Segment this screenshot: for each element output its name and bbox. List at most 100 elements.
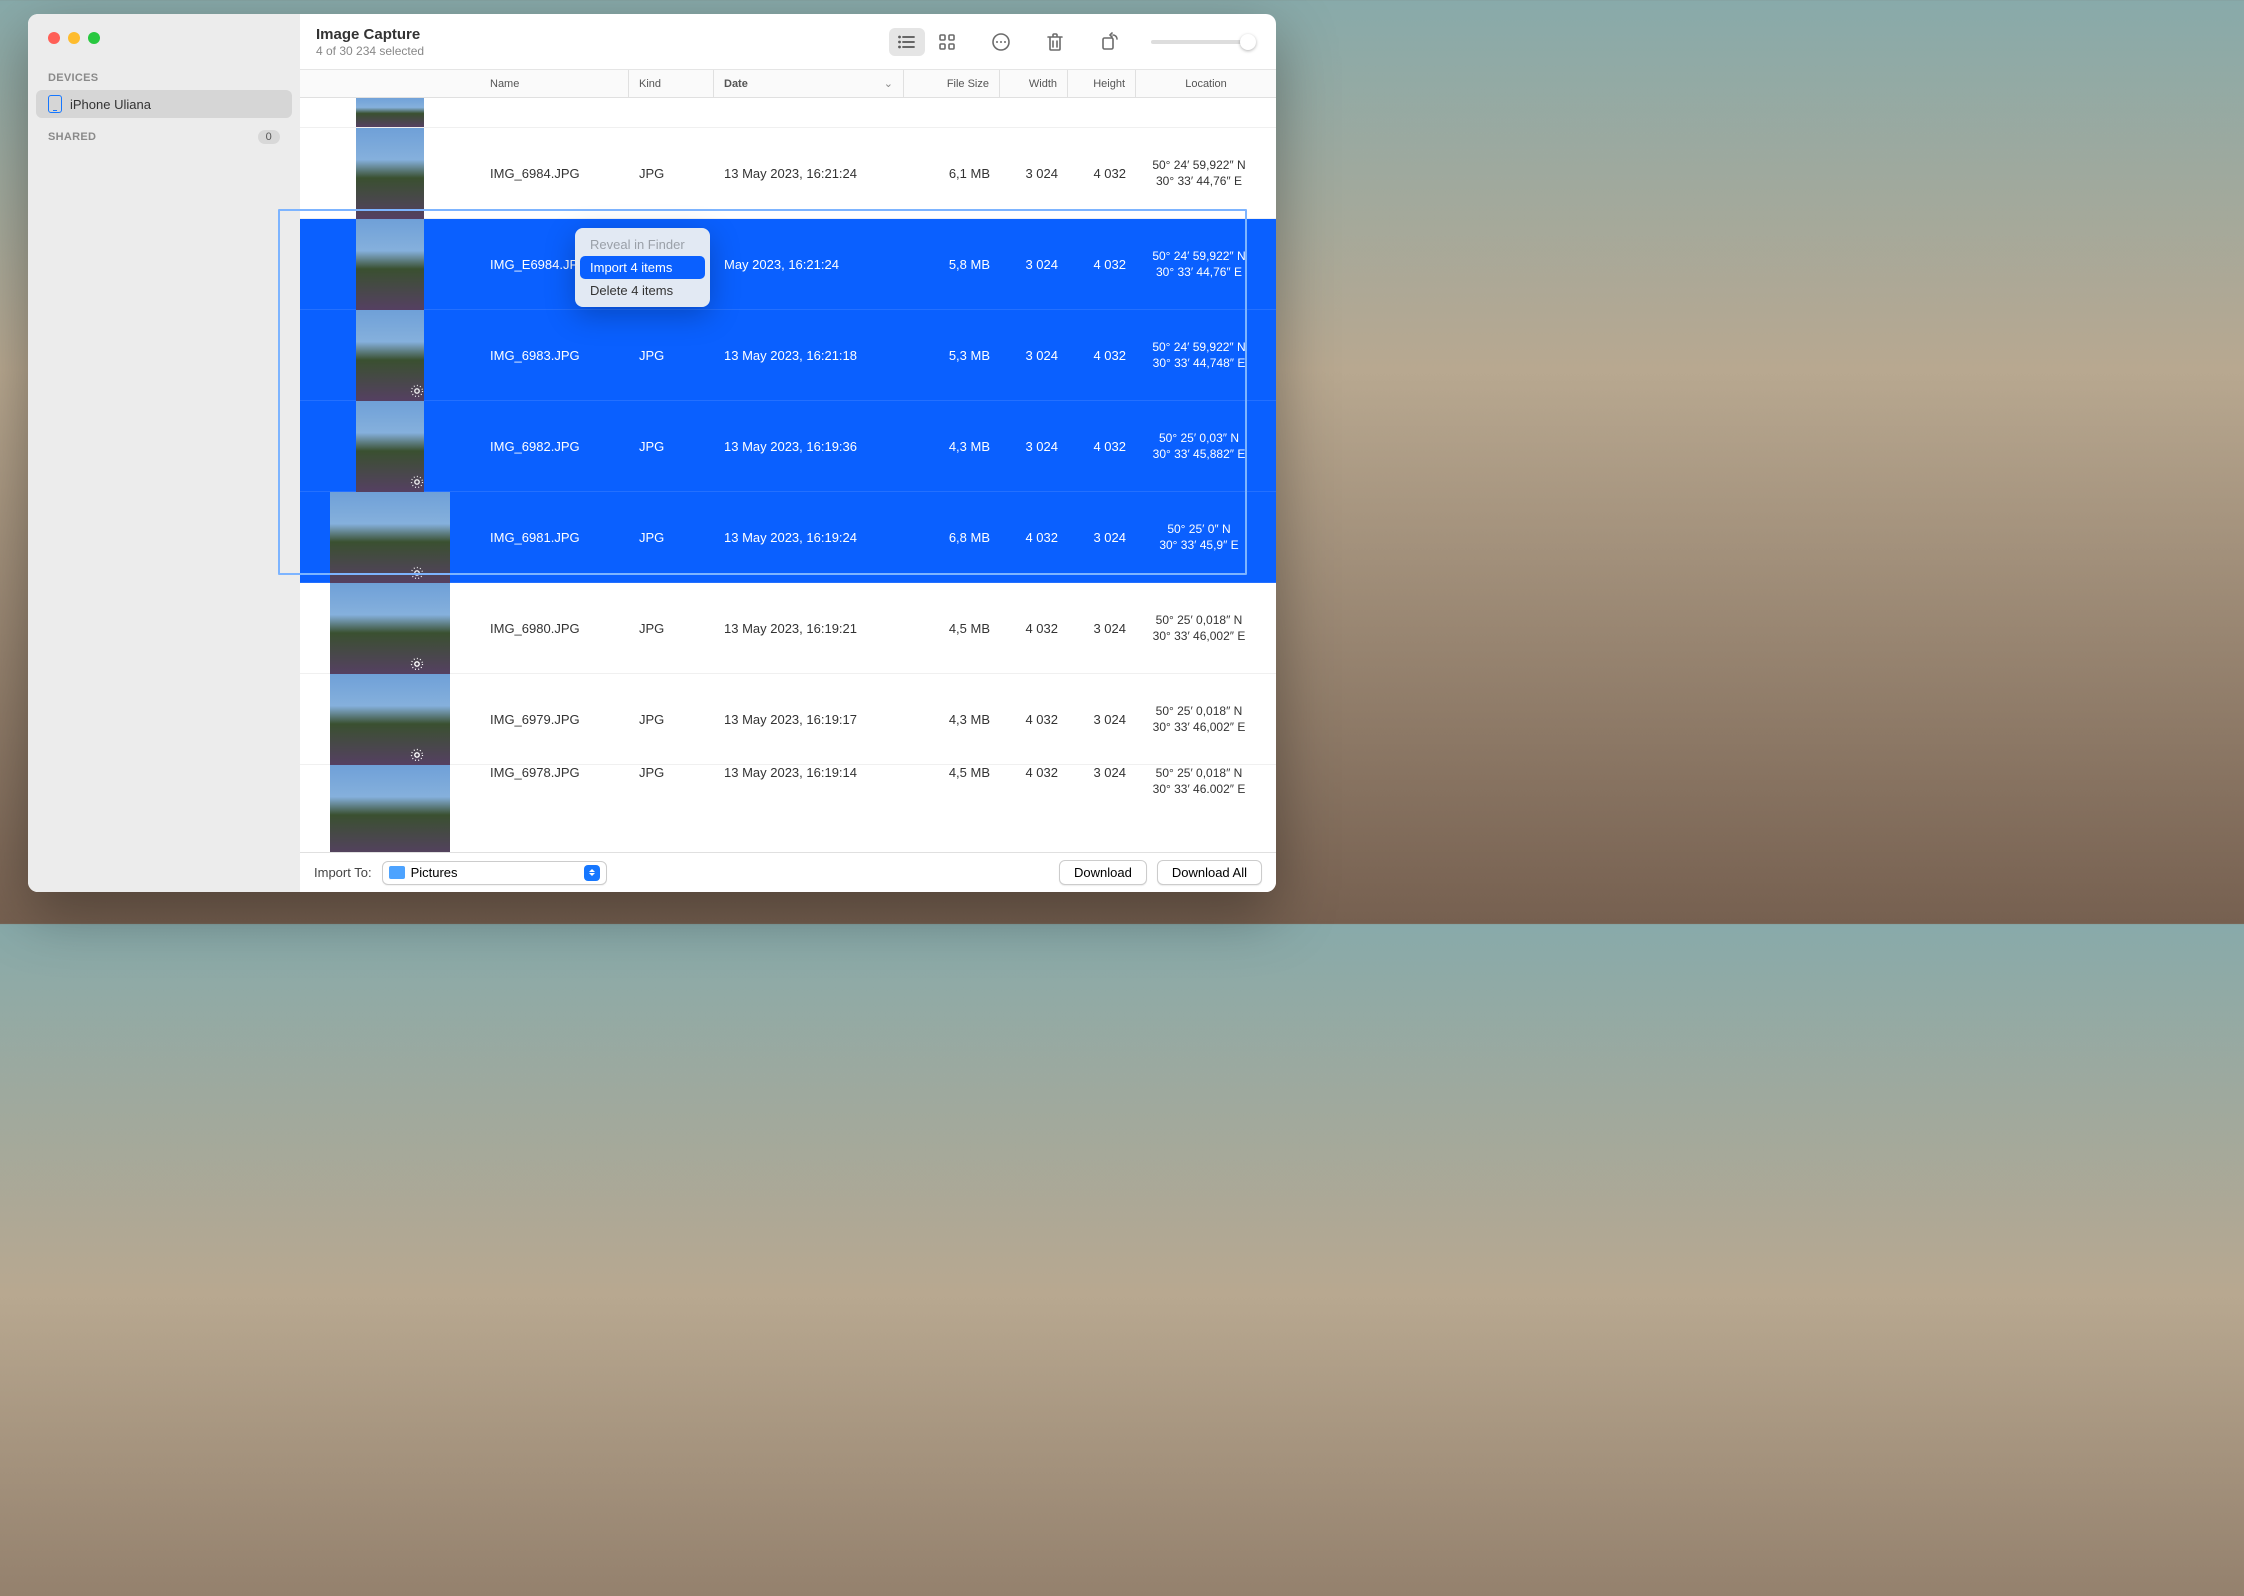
cell-height: 4 032 [1068,257,1136,272]
thumbnail [300,583,480,674]
cell-name: IMG_6982.JPG [480,439,629,454]
selection-status: 4 of 30 234 selected [316,44,424,58]
cell-size: 4,5 MB [904,621,1000,636]
minimize-window-button[interactable] [68,32,80,44]
column-height[interactable]: Height [1068,70,1136,97]
cell-width: 3 024 [1000,348,1068,363]
table-row[interactable]: IMG_6982.JPGJPG13 May 2023, 16:19:364,3 … [300,401,1276,492]
cell-width: 3 024 [1000,166,1068,181]
thumbnail [300,401,480,492]
cell-location: 50° 25′ 0,018″ N30° 33′ 46,002″ E [1136,703,1276,735]
rotate-button[interactable] [1091,28,1127,56]
grid-view-button[interactable] [929,28,965,56]
table-row[interactable]: IMG_6981.JPGJPG13 May 2023, 16:19:246,8 … [300,492,1276,583]
trash-icon [1046,32,1064,52]
cell-height: 3 024 [1068,621,1136,636]
shared-count-badge: 0 [258,130,280,144]
cell-height: 4 032 [1068,348,1136,363]
cell-name: IMG_6981.JPG [480,530,629,545]
thumbnail [300,492,480,583]
cell-name: IMG_6984.JPG [480,166,629,181]
window-controls [28,14,300,62]
column-width[interactable]: Width [1000,70,1068,97]
menu-import-items[interactable]: Import 4 items [580,256,705,279]
cell-width: 4 032 [1000,712,1068,727]
cell-kind: JPG [629,439,714,454]
table-row[interactable]: IMG_6980.JPGJPG13 May 2023, 16:19:214,5 … [300,583,1276,674]
thumbnail [300,98,480,127]
column-headers: Name Kind Date⌄ File Size Width Height L… [300,70,1276,98]
sidebar-section-shared: SHARED 0 [28,120,300,148]
import-destination-dropdown[interactable]: Pictures [382,861,607,885]
fullscreen-window-button[interactable] [88,32,100,44]
sidebar: DEVICES iPhone Uliana SHARED 0 [28,14,300,892]
app-window: DEVICES iPhone Uliana SHARED 0 Image Cap… [28,14,1276,892]
cell-size: 5,8 MB [904,257,1000,272]
device-name-label: iPhone Uliana [70,97,151,112]
column-date[interactable]: Date⌄ [714,70,904,97]
download-all-button[interactable]: Download All [1157,860,1262,885]
cell-size: 4,3 MB [904,439,1000,454]
cell-name: IMG_6983.JPG [480,348,629,363]
table-row[interactable]: IMG_E6984.JPMay 2023, 16:21:245,8 MB3 02… [300,219,1276,310]
cell-date: 13 May 2023, 16:19:14 [714,765,904,780]
cell-height: 3 024 [1068,530,1136,545]
menu-delete-items[interactable]: Delete 4 items [580,279,705,302]
delete-button[interactable] [1037,28,1073,56]
download-button[interactable]: Download [1059,860,1147,885]
table-row[interactable]: IMG_6978.JPGJPG13 May 2023, 16:19:144,5 … [300,765,1276,817]
file-list[interactable]: IMG_6984.JPGJPG13 May 2023, 16:21:246,1 … [300,98,1276,852]
cell-size: 6,8 MB [904,530,1000,545]
cell-height: 4 032 [1068,439,1136,454]
thumbnail [300,674,480,765]
import-to-label: Import To: [314,865,372,880]
cell-size: 4,5 MB [904,765,1000,780]
live-photo-icon [410,748,424,762]
sidebar-device-iphone[interactable]: iPhone Uliana [36,90,292,118]
column-location[interactable]: Location [1136,70,1276,97]
ellipsis-circle-icon [991,32,1011,52]
cell-date: 13 May 2023, 16:19:24 [714,530,904,545]
cell-date: 13 May 2023, 16:19:36 [714,439,904,454]
cell-height: 3 024 [1068,765,1136,780]
cell-name: IMG_6978.JPG [480,765,629,780]
cell-kind: JPG [629,530,714,545]
cell-date: 13 May 2023, 16:19:21 [714,621,904,636]
live-photo-icon [410,475,424,489]
cell-height: 4 032 [1068,166,1136,181]
live-photo-icon [410,566,424,580]
cell-kind: JPG [629,712,714,727]
more-button[interactable] [983,28,1019,56]
table-row[interactable]: IMG_6979.JPGJPG13 May 2023, 16:19:174,3 … [300,674,1276,765]
cell-location: 50° 24′ 59,922″ N30° 33′ 44,76″ E [1136,248,1276,280]
context-menu: Reveal in Finder Import 4 items Delete 4… [575,228,710,307]
main-panel: Image Capture 4 of 30 234 selected [300,14,1276,892]
cell-kind: JPG [629,166,714,181]
cell-name: IMG_6980.JPG [480,621,629,636]
cell-size: 5,3 MB [904,348,1000,363]
table-row[interactable]: IMG_6983.JPGJPG13 May 2023, 16:21:185,3 … [300,310,1276,401]
view-mode-group [889,28,965,56]
column-size[interactable]: File Size [904,70,1000,97]
slider-knob[interactable] [1240,34,1256,50]
cell-height: 3 024 [1068,712,1136,727]
cell-date: 13 May 2023, 16:21:24 [714,166,904,181]
thumbnail-size-slider[interactable] [1151,40,1256,44]
column-name[interactable]: Name [480,70,629,97]
cell-location: 50° 25′ 0″ N30° 33′ 45,9″ E [1136,521,1276,553]
column-kind[interactable]: Kind [629,70,714,97]
cell-width: 3 024 [1000,257,1068,272]
table-row[interactable]: IMG_6984.JPGJPG13 May 2023, 16:21:246,1 … [300,128,1276,219]
table-row[interactable] [300,98,1276,128]
sidebar-section-devices: DEVICES [28,62,300,88]
cell-size: 4,3 MB [904,712,1000,727]
cell-location: 50° 25′ 0,018″ N30° 33′ 46,002″ E [1136,612,1276,644]
cell-location: 50° 25′ 0,03″ N30° 33′ 45,882″ E [1136,430,1276,462]
close-window-button[interactable] [48,32,60,44]
cell-date: 13 May 2023, 16:19:17 [714,712,904,727]
rotate-icon [1099,32,1119,52]
menu-reveal-in-finder: Reveal in Finder [580,233,705,256]
phone-icon [48,95,62,113]
live-photo-icon [410,384,424,398]
list-view-button[interactable] [889,28,925,56]
